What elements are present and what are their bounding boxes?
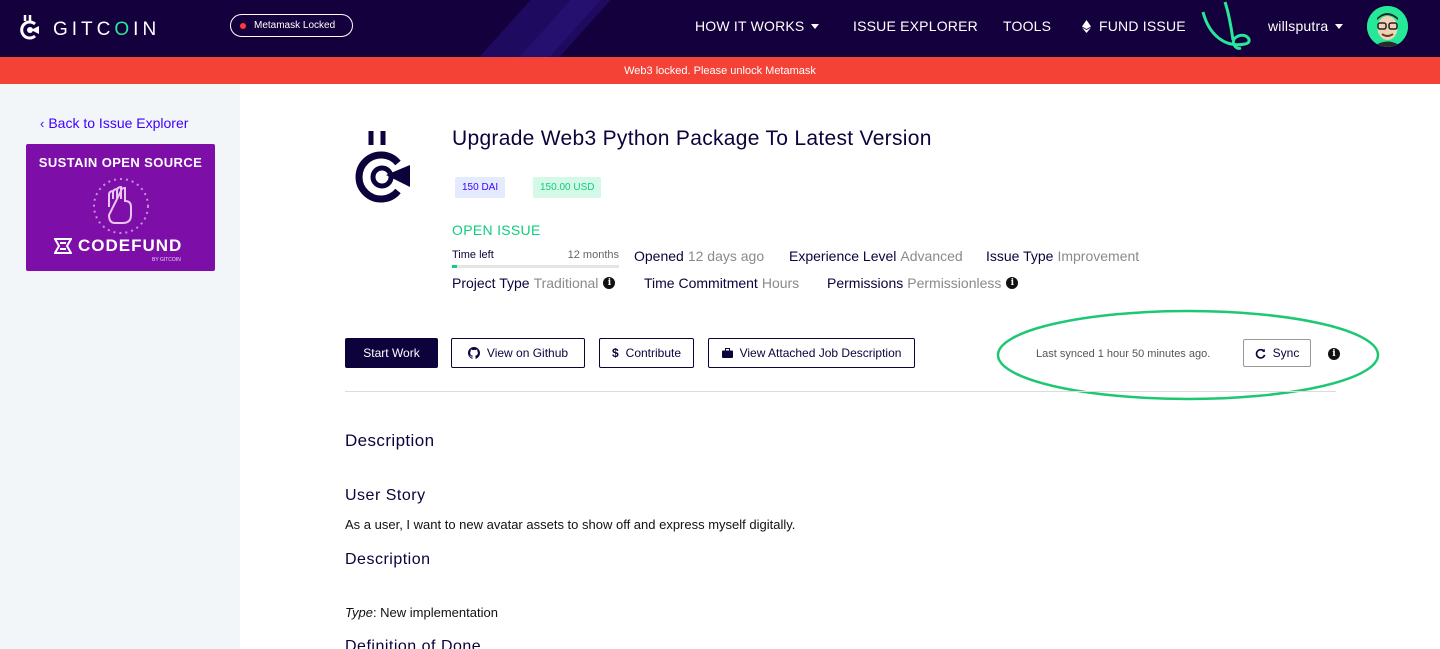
decorative-swirl-icon bbox=[1201, 1, 1251, 50]
alert-text: Web3 locked. Please unlock Metamask bbox=[624, 64, 816, 77]
chevron-down-icon bbox=[1335, 23, 1344, 29]
briefcase-icon bbox=[721, 348, 733, 358]
back-to-issue-explorer-link[interactable]: ‹ Back to Issue Explorer bbox=[40, 115, 188, 131]
codefund-wordmark: CODEFUND bbox=[78, 236, 183, 255]
ad-sub: BY GITCOIN bbox=[152, 257, 181, 263]
view-job-description-label: View Attached Job Description bbox=[739, 346, 902, 360]
user-menu[interactable]: willsputra bbox=[1268, 18, 1344, 34]
time-left-progress bbox=[452, 265, 619, 268]
type-line: Type: New implementation bbox=[345, 605, 498, 620]
meta-experience-level: Experience Level Advanced bbox=[789, 248, 963, 264]
avatar[interactable] bbox=[1367, 6, 1408, 47]
sidebar: ‹ Back to Issue Explorer SUSTAIN OPEN SO… bbox=[0, 84, 240, 649]
info-icon[interactable]: i bbox=[603, 277, 616, 289]
nav-issue-explorer[interactable]: ISSUE EXPLORER bbox=[853, 18, 978, 34]
meta-experience-label: Experience Level bbox=[789, 248, 897, 264]
start-work-label: Start Work bbox=[363, 346, 420, 360]
nav-how-it-works[interactable]: HOW IT WORKS bbox=[695, 18, 820, 34]
github-icon bbox=[467, 347, 480, 359]
nav-tools-label: TOOLS bbox=[1003, 18, 1052, 34]
type-label: Type bbox=[345, 605, 373, 620]
token-amount-badge: 150 DAI bbox=[455, 177, 506, 198]
gitcoin-logo[interactable]: GITCOIN bbox=[17, 12, 160, 42]
usd-amount-badge: 150.00 USD bbox=[533, 177, 602, 198]
start-work-button[interactable]: Start Work bbox=[345, 338, 438, 368]
gitcoin-project-logo-icon bbox=[355, 131, 410, 203]
meta-project-type-value: Traditional bbox=[533, 275, 599, 291]
meta-opened-value: 12 days ago bbox=[687, 248, 765, 264]
type-value: : New implementation bbox=[372, 605, 498, 620]
chevron-down-icon bbox=[811, 23, 820, 29]
nav-how-it-works-label: HOW IT WORKS bbox=[695, 18, 805, 34]
gitcoin-wordmark: GITCOIN bbox=[53, 19, 161, 40]
ethereum-icon bbox=[1082, 19, 1091, 33]
contribute-button[interactable]: $ Contribute bbox=[599, 338, 694, 368]
page-title: Upgrade Web3 Python Package To Latest Ve… bbox=[452, 127, 932, 150]
issue-status: OPEN ISSUE bbox=[452, 222, 541, 238]
refresh-icon bbox=[1255, 348, 1266, 359]
codefund-logo-icon bbox=[54, 238, 72, 254]
nav-fund-issue[interactable]: FUND ISSUE bbox=[1082, 18, 1186, 34]
username-label: willsputra bbox=[1268, 18, 1329, 34]
view-on-github-button[interactable]: View on Github bbox=[451, 338, 585, 368]
chevron-left-icon: ‹ bbox=[40, 115, 45, 131]
time-left-value: 12 months bbox=[567, 249, 619, 261]
nav-fund-issue-label: FUND ISSUE bbox=[1099, 18, 1186, 34]
meta-issue-type-value: Improvement bbox=[1057, 248, 1140, 264]
meta-permissions-label: Permissions bbox=[827, 275, 904, 291]
metamask-alert-banner: Web3 locked. Please unlock Metamask bbox=[0, 57, 1440, 84]
meta-issue-type-label: Issue Type bbox=[986, 248, 1054, 264]
meta-opened: Opened 12 days ago bbox=[634, 248, 764, 264]
divider bbox=[345, 391, 1336, 392]
info-icon[interactable]: i bbox=[1328, 348, 1340, 360]
dollar-icon: $ bbox=[611, 346, 619, 360]
metamask-status-label: Metamask Locked bbox=[254, 20, 336, 31]
ad-title: SUSTAIN OPEN SOURCE bbox=[38, 155, 203, 170]
info-icon[interactable]: i bbox=[1006, 277, 1019, 289]
raised-fist-icon bbox=[93, 178, 149, 234]
meta-project-type: Project Type Traditional i bbox=[452, 275, 616, 291]
meta-permissions: Permissions Permissionless i bbox=[827, 275, 1019, 291]
metamask-status-pill[interactable]: Metamask Locked bbox=[230, 14, 353, 37]
nav-tools[interactable]: TOOLS bbox=[1003, 18, 1051, 34]
time-left-label: Time left bbox=[452, 249, 494, 261]
meta-issue-type: Issue Type Improvement bbox=[986, 248, 1139, 264]
top-navbar: GITCOIN Metamask Locked HOW IT WORKS ISS… bbox=[0, 0, 1440, 57]
meta-permissions-value: Permissionless bbox=[907, 275, 1002, 291]
contribute-label: Contribute bbox=[625, 346, 682, 360]
meta-experience-value: Advanced bbox=[900, 248, 963, 264]
user-story-heading: User Story bbox=[345, 487, 426, 504]
definition-of-done-heading: Definition of Done bbox=[345, 638, 482, 649]
meta-opened-label: Opened bbox=[634, 248, 684, 264]
last-synced-text: Last synced 1 hour 50 minutes ago. bbox=[1036, 348, 1211, 360]
back-link-label: Back to Issue Explorer bbox=[48, 115, 189, 131]
time-left-progress-fill bbox=[452, 265, 457, 268]
description-subheading: Description bbox=[345, 551, 431, 568]
codefund-ad[interactable]: SUSTAIN OPEN SOURCE CODEFUND BY GITCOIN bbox=[26, 144, 215, 271]
sync-label: Sync bbox=[1272, 346, 1300, 360]
avatar-face-icon bbox=[1367, 6, 1408, 47]
description-heading: Description bbox=[345, 431, 435, 450]
nav-issue-explorer-label: ISSUE EXPLORER bbox=[853, 18, 978, 34]
user-story-text: As a user, I want to new avatar assets t… bbox=[345, 517, 796, 532]
view-job-description-button[interactable]: View Attached Job Description bbox=[708, 338, 915, 368]
meta-time-commitment-label: Time Commitment bbox=[644, 275, 758, 291]
meta-project-type-label: Project Type bbox=[452, 275, 530, 291]
gitcoin-logo-icon bbox=[20, 15, 39, 40]
meta-time-commitment-value: Hours bbox=[761, 275, 800, 291]
status-dot-icon bbox=[240, 22, 246, 29]
codefund-brand: CODEFUND bbox=[54, 236, 182, 256]
sync-button[interactable]: Sync bbox=[1243, 339, 1311, 367]
meta-time-commitment: Time Commitment Hours bbox=[644, 275, 799, 291]
view-on-github-label: View on Github bbox=[486, 346, 569, 360]
